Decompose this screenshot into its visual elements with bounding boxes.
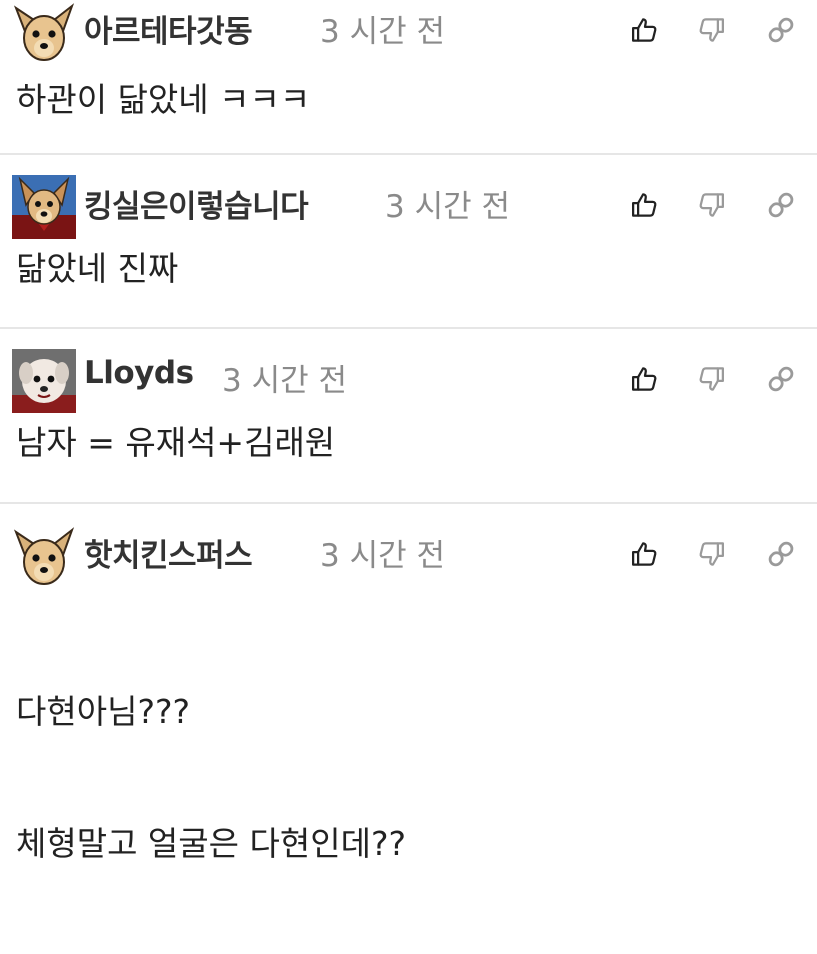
link-button[interactable] (759, 8, 803, 52)
link-button[interactable] (759, 183, 803, 227)
thumbs-down-icon (696, 364, 726, 394)
comment-header: 킹실은이렇습니다 3 시간 전 (0, 169, 817, 233)
comment-username[interactable]: 핫치킨스퍼스 (84, 530, 253, 575)
dislike-button[interactable] (689, 8, 733, 52)
dog-red-cape-avatar[interactable] (12, 175, 76, 239)
comment-body-line: 체형말고 얼굴은 다현인데?? (16, 824, 406, 863)
thumbs-down-icon (696, 190, 726, 220)
comment-item: 핫치킨스퍼스 3 시간 전 다현아님??? 체형말고 얼굴은 다현인데?? (0, 504, 817, 863)
link-button[interactable] (759, 532, 803, 576)
comment-body: 닮았네 진짜 (16, 249, 179, 288)
thumbs-up-icon (630, 364, 660, 394)
comment-timestamp: 3 시간 전 (320, 14, 445, 50)
comment-item: 아르테타갓동 3 시간 전 하관이 닮았네 ㅋㅋㅋ (0, 0, 817, 155)
link-button[interactable] (759, 357, 803, 401)
dislike-button[interactable] (689, 183, 733, 227)
comment-header: 핫치킨스퍼스 3 시간 전 (0, 518, 817, 582)
thumbs-up-icon (630, 15, 660, 45)
thumbs-up-icon (630, 190, 660, 220)
thumbs-up-icon (630, 539, 660, 569)
like-button[interactable] (623, 8, 667, 52)
comment-timestamp: 3 시간 전 (320, 538, 445, 574)
comment-actions (623, 183, 803, 227)
comment-body: 다현아님??? 체형말고 얼굴은 다현인데?? (16, 602, 406, 954)
comment-actions (623, 8, 803, 52)
link-icon (766, 15, 796, 45)
like-button[interactable] (623, 183, 667, 227)
comment-username[interactable]: 아르테타갓동 (84, 6, 253, 51)
lloyds-dog-avatar[interactable] (12, 349, 76, 413)
comment-username[interactable]: 킹실은이렇습니다 (84, 181, 309, 226)
thumbs-down-icon (696, 539, 726, 569)
comment-item: Lloyds 3 시간 전 남자 = 유재석+김래원 (0, 329, 817, 504)
dislike-button[interactable] (689, 357, 733, 401)
comment-actions (623, 357, 803, 401)
comment-actions (623, 532, 803, 576)
dislike-button[interactable] (689, 532, 733, 576)
link-icon (766, 364, 796, 394)
chihuahua-avatar[interactable] (12, 0, 76, 64)
link-icon (766, 190, 796, 220)
like-button[interactable] (623, 357, 667, 401)
comment-timestamp: 3 시간 전 (222, 363, 347, 399)
chihuahua-avatar[interactable] (12, 524, 76, 588)
link-icon (766, 539, 796, 569)
comment-header: Lloyds 3 시간 전 (0, 343, 817, 407)
comment-timestamp: 3 시간 전 (385, 189, 510, 225)
comment-username[interactable]: Lloyds (84, 355, 194, 391)
comment-body-line: 다현아님??? (16, 692, 190, 731)
thumbs-down-icon (696, 15, 726, 45)
like-button[interactable] (623, 532, 667, 576)
comment-list: 아르테타갓동 3 시간 전 하관이 닮았네 ㅋㅋㅋ 킹실은이렇습니다 3 시간 … (0, 0, 817, 863)
comment-body: 하관이 닮았네 ㅋㅋㅋ (16, 80, 311, 119)
comment-body: 남자 = 유재석+김래원 (16, 423, 336, 462)
comment-header: 아르테타갓동 3 시간 전 (0, 0, 817, 58)
comment-item: 킹실은이렇습니다 3 시간 전 닮았네 진짜 (0, 155, 817, 329)
